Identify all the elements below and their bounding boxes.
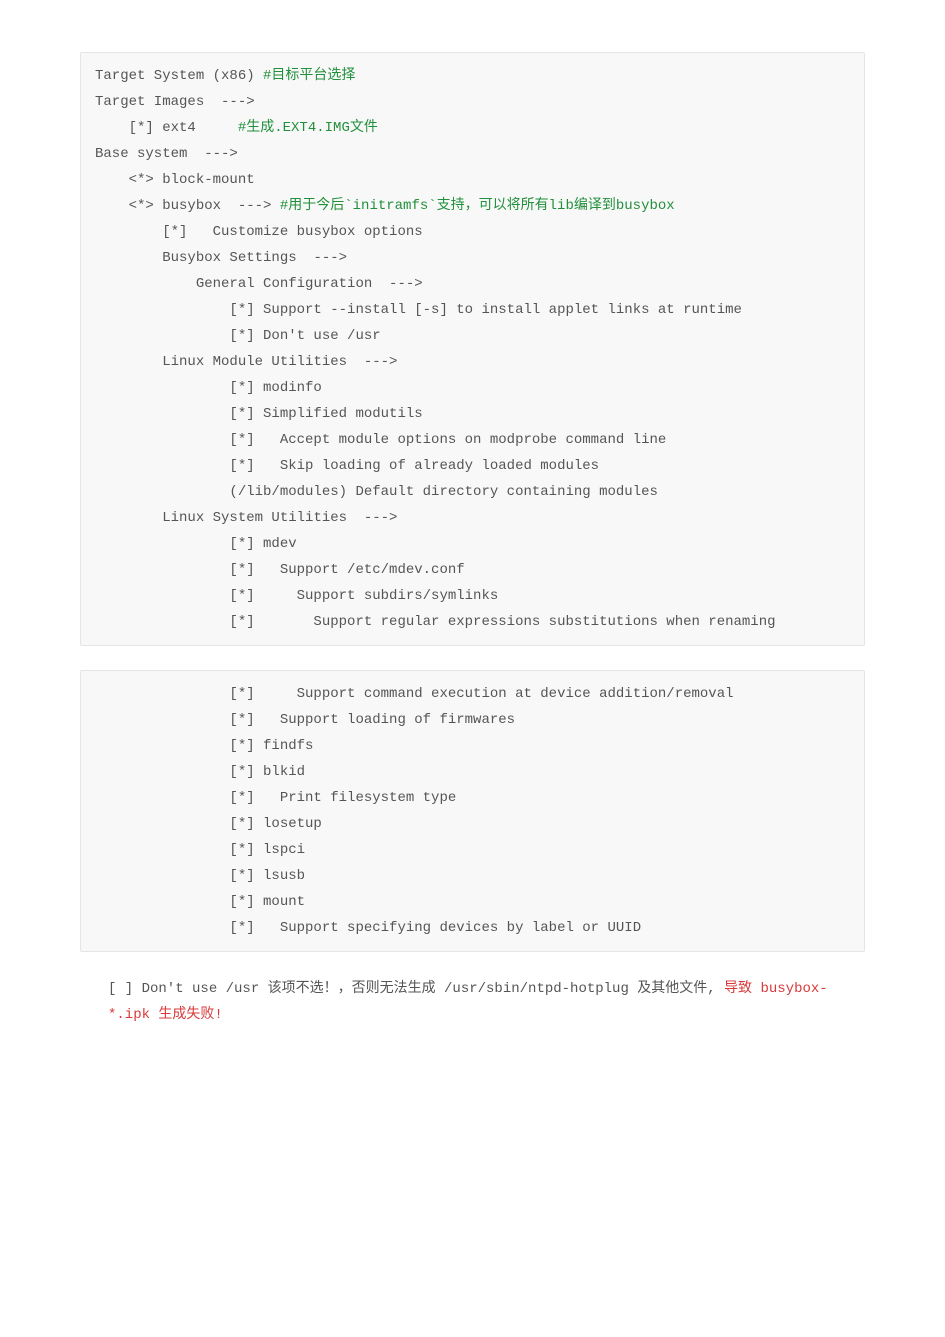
note-text: [ ] Don't use /usr 该项不选！，否则无法生成 /usr/sbi…	[108, 981, 724, 997]
code-block-1: Target System (x86) #目标平台选择 Target Image…	[80, 52, 865, 646]
cfg-line: [*] Support loading of firmwares	[95, 712, 515, 728]
cfg-line: [*] Support regular expressions substitu…	[95, 614, 776, 630]
cfg-line: [*] ext4	[95, 120, 238, 136]
code-block-2: [*] Support command execution at device …	[80, 670, 865, 952]
cfg-line: Target System (x86)	[95, 68, 263, 84]
cfg-line: [*] findfs	[95, 738, 313, 754]
cfg-line: Busybox Settings --->	[95, 250, 347, 266]
cfg-line: [*] lspci	[95, 842, 305, 858]
cfg-line: [*] Accept module options on modprobe co…	[95, 432, 666, 448]
cfg-line: [*] Print filesystem type	[95, 790, 456, 806]
cfg-line: Base system --->	[95, 146, 238, 162]
cfg-line: [*] Simplified modutils	[95, 406, 423, 422]
cfg-line: [*] lsusb	[95, 868, 305, 884]
cfg-line: Linux Module Utilities --->	[95, 354, 397, 370]
cfg-line: General Configuration --->	[95, 276, 423, 292]
cfg-line: [*] Skip loading of already loaded modul…	[95, 458, 599, 474]
cfg-line: [*] Support command execution at device …	[95, 686, 734, 702]
cfg-line: [*] Support --install [-s] to install ap…	[95, 302, 742, 318]
cfg-comment: #用于今后`initramfs`支持，可以将所有lib编译到busybox	[280, 198, 675, 214]
cfg-line: [*] Support specifying devices by label …	[95, 920, 641, 936]
cfg-line: [*] Customize busybox options	[95, 224, 423, 240]
cfg-line: [*] losetup	[95, 816, 322, 832]
cfg-comment: #生成.EXT4.IMG文件	[238, 120, 378, 136]
cfg-line: [*] mdev	[95, 536, 297, 552]
cfg-line: <*> busybox --->	[95, 198, 280, 214]
cfg-line: [*] blkid	[95, 764, 305, 780]
cfg-line: [*] Support /etc/mdev.conf	[95, 562, 465, 578]
cfg-line: Target Images --->	[95, 94, 255, 110]
cfg-line: [*] Don't use /usr	[95, 328, 381, 344]
cfg-line: [*] modinfo	[95, 380, 322, 396]
note-paragraph: [ ] Don't use /usr 该项不选！，否则无法生成 /usr/sbi…	[80, 976, 865, 1028]
cfg-line: [*] Support subdirs/symlinks	[95, 588, 498, 604]
cfg-comment: #目标平台选择	[263, 68, 355, 84]
cfg-line: <*> block-mount	[95, 172, 255, 188]
cfg-line: [*] mount	[95, 894, 305, 910]
cfg-line: (/lib/modules) Default directory contain…	[95, 484, 658, 500]
cfg-line: Linux System Utilities --->	[95, 510, 397, 526]
